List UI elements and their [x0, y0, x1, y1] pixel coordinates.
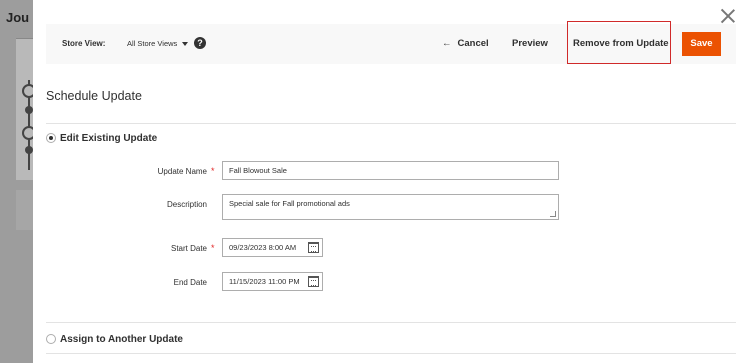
- description-value: Special sale for Fall promotional ads: [229, 199, 350, 208]
- save-button[interactable]: Save: [682, 32, 721, 56]
- divider: [46, 322, 736, 323]
- start-date-input[interactable]: 09/23/2023 8:00 AM: [222, 238, 323, 257]
- divider: [46, 123, 736, 124]
- calendar-icon[interactable]: [308, 276, 319, 287]
- timeline-dot-icon: [25, 106, 33, 114]
- cancel-button[interactable]: ← Cancel: [442, 38, 489, 49]
- resize-grip-icon[interactable]: [550, 211, 556, 217]
- divider: [46, 353, 736, 354]
- update-name-input[interactable]: Fall Blowout Sale: [222, 161, 559, 180]
- remove-from-update-button[interactable]: Remove from Update: [573, 38, 669, 49]
- close-icon[interactable]: [720, 8, 736, 24]
- schedule-update-modal: Store View: All Store Views ? ← Cancel Pr…: [33, 0, 750, 363]
- end-date-input[interactable]: 11/15/2023 11:00 PM: [222, 272, 323, 291]
- required-marker: *: [211, 166, 215, 176]
- update-name-label: Update Name: [157, 167, 207, 176]
- help-icon[interactable]: ?: [194, 37, 206, 49]
- store-view-switcher[interactable]: All Store Views: [127, 39, 189, 48]
- caret-down-icon: [182, 42, 189, 47]
- update-name-value: Fall Blowout Sale: [229, 166, 287, 175]
- store-view-label: Store View:: [62, 39, 106, 48]
- calendar-icon[interactable]: [308, 242, 319, 253]
- start-date-label: Start Date: [170, 244, 207, 253]
- end-date-label: End Date: [173, 278, 207, 287]
- end-date-value: 11/15/2023 11:00 PM: [229, 277, 300, 286]
- store-view-value: All Store Views: [127, 39, 178, 48]
- edit-existing-label[interactable]: Edit Existing Update: [60, 133, 157, 144]
- background-title: Jou: [6, 10, 30, 25]
- cancel-label: Cancel: [457, 38, 489, 49]
- required-marker: *: [211, 243, 215, 253]
- timeline-dot-icon: [25, 146, 33, 154]
- preview-button[interactable]: Preview: [512, 38, 548, 49]
- assign-another-label[interactable]: Assign to Another Update: [60, 334, 183, 345]
- modal-toolbar: Store View: All Store Views ? ← Cancel Pr…: [46, 21, 736, 64]
- description-textarea[interactable]: Special sale for Fall promotional ads: [222, 194, 559, 220]
- assign-another-radio[interactable]: [46, 334, 56, 344]
- section-title: Schedule Update: [46, 89, 142, 103]
- description-label: Description: [166, 200, 207, 209]
- edit-existing-radio[interactable]: [46, 133, 56, 143]
- back-arrow-icon: ←: [442, 38, 452, 49]
- start-date-value: 09/23/2023 8:00 AM: [229, 243, 297, 252]
